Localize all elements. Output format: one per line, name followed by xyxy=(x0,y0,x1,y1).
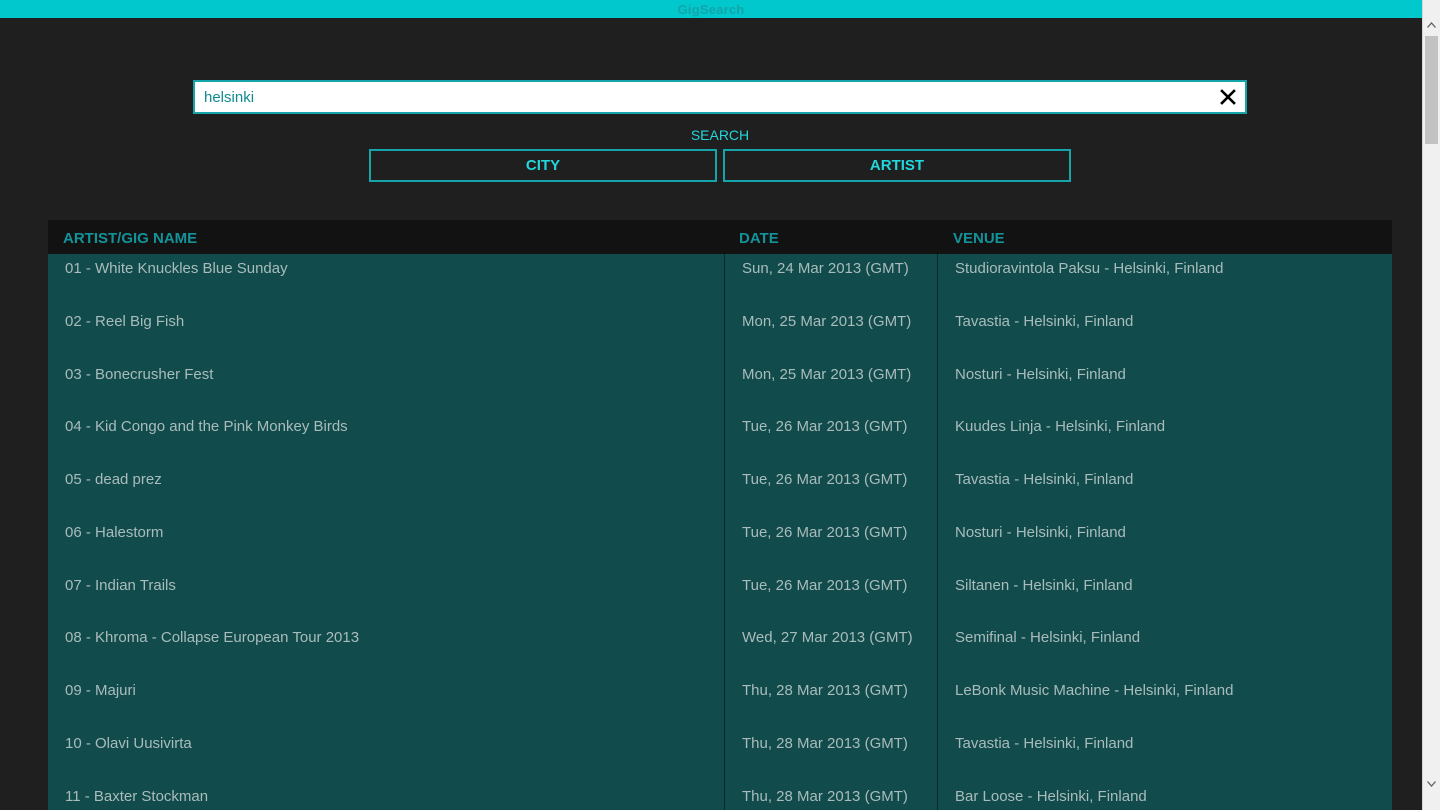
cell-gig-name: 04 - Kid Congo and the Pink Monkey Birds xyxy=(65,418,348,436)
cell-date: Tue, 26 Mar 2013 (GMT) xyxy=(742,523,908,541)
table-body: 01 - White Knuckles Blue Sunday Sun, 24 … xyxy=(48,254,1392,810)
column-header-date[interactable]: DATE xyxy=(739,230,779,247)
cell-date: Sun, 24 Mar 2013 (GMT) xyxy=(742,260,909,277)
window-title: GigSearch xyxy=(677,2,745,17)
search-label: SEARCH xyxy=(690,127,750,143)
results-table: ARTIST/GIG NAME DATE VENUE 01 - White Kn… xyxy=(48,220,1392,810)
cell-gig-name: 08 - Khroma - Collapse European Tour 201… xyxy=(65,629,360,647)
cell-gig-name: 09 - Majuri xyxy=(65,682,136,699)
cell-date: Mon, 25 Mar 2013 (GMT) xyxy=(742,365,912,383)
search-box[interactable] xyxy=(193,80,1247,114)
cell-date: Thu, 28 Mar 2013 (GMT) xyxy=(742,682,908,699)
cell-venue: Siltanen - Helsinki, Finland xyxy=(955,576,1133,594)
cell-date: Thu, 28 Mar 2013 (GMT) xyxy=(742,787,908,805)
app-window: GigSearch SEARCH CITY ARTIST ARTIST/GIG … xyxy=(0,0,1440,810)
search-input[interactable] xyxy=(204,82,1204,112)
cell-venue: LeBonk Music Machine - Helsinki, Finland xyxy=(955,682,1234,699)
table-row[interactable]: 01 - White Knuckles Blue Sunday Sun, 24 … xyxy=(48,254,1392,307)
cell-venue: Semifinal - Helsinki, Finland xyxy=(955,629,1141,647)
scroll-up-button[interactable] xyxy=(1423,17,1440,34)
cell-venue: Tavastia - Helsinki, Finland xyxy=(955,734,1134,752)
cell-venue: Kuudes Linja - Helsinki, Finland xyxy=(955,418,1166,436)
cell-venue: Nosturi - Helsinki, Finland xyxy=(955,365,1126,383)
artist-button[interactable]: ARTIST xyxy=(723,149,1071,182)
table-row[interactable]: 03 - Bonecrusher Fest Mon, 25 Mar 2013 (… xyxy=(48,360,1392,413)
cell-gig-name: 06 - Halestorm xyxy=(65,523,164,541)
title-bar: GigSearch xyxy=(0,0,1422,18)
cell-venue: Nosturi - Helsinki, Finland xyxy=(955,523,1126,541)
table-row[interactable]: 11 - Baxter Stockman Thu, 28 Mar 2013 (G… xyxy=(48,782,1392,810)
cell-gig-name: 10 - Olavi Uusivirta xyxy=(65,734,192,752)
clear-search-button[interactable] xyxy=(1215,85,1241,109)
cell-venue: Tavastia - Helsinki, Finland xyxy=(955,471,1134,488)
table-row[interactable]: 05 - dead prez Tue, 26 Mar 2013 (GMT) Ta… xyxy=(48,465,1392,518)
column-header-name[interactable]: ARTIST/GIG NAME xyxy=(63,230,197,247)
cell-gig-name: 05 - dead prez xyxy=(65,471,162,488)
table-row[interactable]: 10 - Olavi Uusivirta Thu, 28 Mar 2013 (G… xyxy=(48,729,1392,782)
cell-gig-name: 02 - Reel Big Fish xyxy=(65,312,185,330)
cell-venue: Studioravintola Paksu - Helsinki, Finlan… xyxy=(955,260,1224,277)
scrollbar-thumb[interactable] xyxy=(1425,36,1438,144)
scroll-down-button[interactable] xyxy=(1423,776,1440,793)
cell-venue: Bar Loose - Helsinki, Finland xyxy=(955,787,1147,805)
cell-gig-name: 07 - Indian Trails xyxy=(65,576,176,594)
vertical-scrollbar[interactable] xyxy=(1422,0,1440,810)
close-icon xyxy=(1220,89,1236,105)
cell-date: Thu, 28 Mar 2013 (GMT) xyxy=(742,734,908,752)
chevron-down-icon xyxy=(1427,781,1436,787)
cell-date: Wed, 27 Mar 2013 (GMT) xyxy=(742,629,913,647)
cell-date: Tue, 26 Mar 2013 (GMT) xyxy=(742,418,908,436)
chevron-up-icon xyxy=(1427,22,1436,28)
column-header-venue[interactable]: VENUE xyxy=(953,230,1005,247)
cell-gig-name: 03 - Bonecrusher Fest xyxy=(65,365,214,383)
table-header: ARTIST/GIG NAME DATE VENUE xyxy=(48,220,1392,254)
table-row[interactable]: 08 - Khroma - Collapse European Tour 201… xyxy=(48,623,1392,676)
table-row[interactable]: 02 - Reel Big Fish Mon, 25 Mar 2013 (GMT… xyxy=(48,307,1392,360)
cell-gig-name: 01 - White Knuckles Blue Sunday xyxy=(65,260,288,277)
table-row[interactable]: 04 - Kid Congo and the Pink Monkey Birds… xyxy=(48,412,1392,465)
cell-date: Tue, 26 Mar 2013 (GMT) xyxy=(742,576,908,594)
table-row[interactable]: 07 - Indian Trails Tue, 26 Mar 2013 (GMT… xyxy=(48,571,1392,624)
cell-venue: Tavastia - Helsinki, Finland xyxy=(955,312,1134,330)
table-row[interactable]: 09 - Majuri Thu, 28 Mar 2013 (GMT) LeBon… xyxy=(48,676,1392,729)
cell-date: Tue, 26 Mar 2013 (GMT) xyxy=(742,471,908,488)
cell-date: Mon, 25 Mar 2013 (GMT) xyxy=(742,312,912,330)
table-row[interactable]: 06 - Halestorm Tue, 26 Mar 2013 (GMT) No… xyxy=(48,518,1392,571)
city-button[interactable]: CITY xyxy=(369,149,717,182)
cell-gig-name: 11 - Baxter Stockman xyxy=(65,787,209,805)
